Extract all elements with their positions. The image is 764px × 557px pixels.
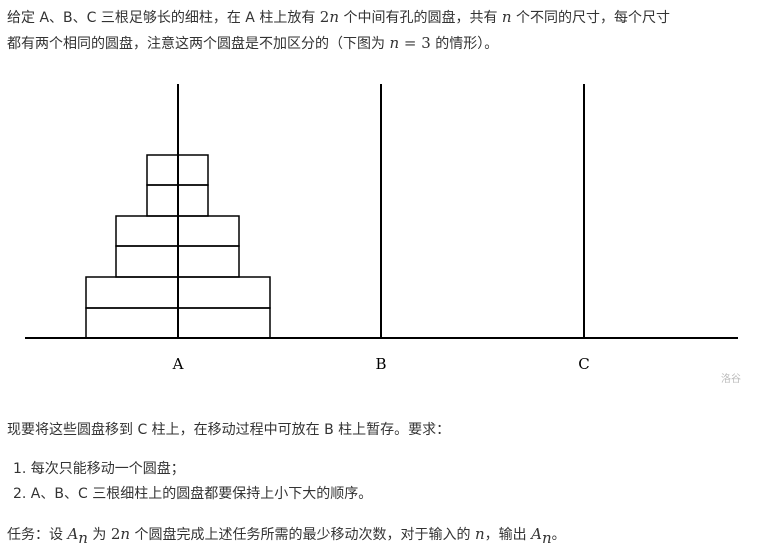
math: n — [475, 525, 485, 543]
rule-item: 1. 每次只能移动一个圆盘； — [13, 461, 185, 477]
move-paragraph: 现要将这些圆盘移到 C 柱上，在移动过程中可放在 B 柱上暂存。要求： — [7, 422, 451, 438]
math: n — [120, 525, 131, 543]
text: 任务：设 — [7, 527, 68, 543]
math: A — [67, 525, 79, 543]
text: 为 — [87, 527, 111, 543]
rule-item: 2. A、B、C 三根细柱上的圆盘都要保持上小下大的顺序。 — [13, 486, 373, 502]
text: 个圆盘完成上述任务所需的最少移动次数，对于输入的 — [130, 527, 475, 543]
hanoi-figure: A B C 洛谷 — [25, 84, 741, 385]
math: 2 — [110, 525, 121, 543]
math: n — [541, 528, 552, 547]
label-c: C — [578, 355, 589, 373]
task-paragraph: 任务：设 An 为 2n 个圆盘完成上述任务所需的最少移动次数，对于输入的 n，… — [7, 521, 566, 551]
math: A — [531, 525, 542, 543]
label-b: B — [375, 355, 386, 373]
text: 。 — [551, 527, 566, 543]
math: n — [78, 528, 88, 547]
text: ，输出 — [484, 527, 532, 543]
label-a: A — [172, 355, 184, 373]
watermark: 洛谷 — [721, 372, 741, 385]
